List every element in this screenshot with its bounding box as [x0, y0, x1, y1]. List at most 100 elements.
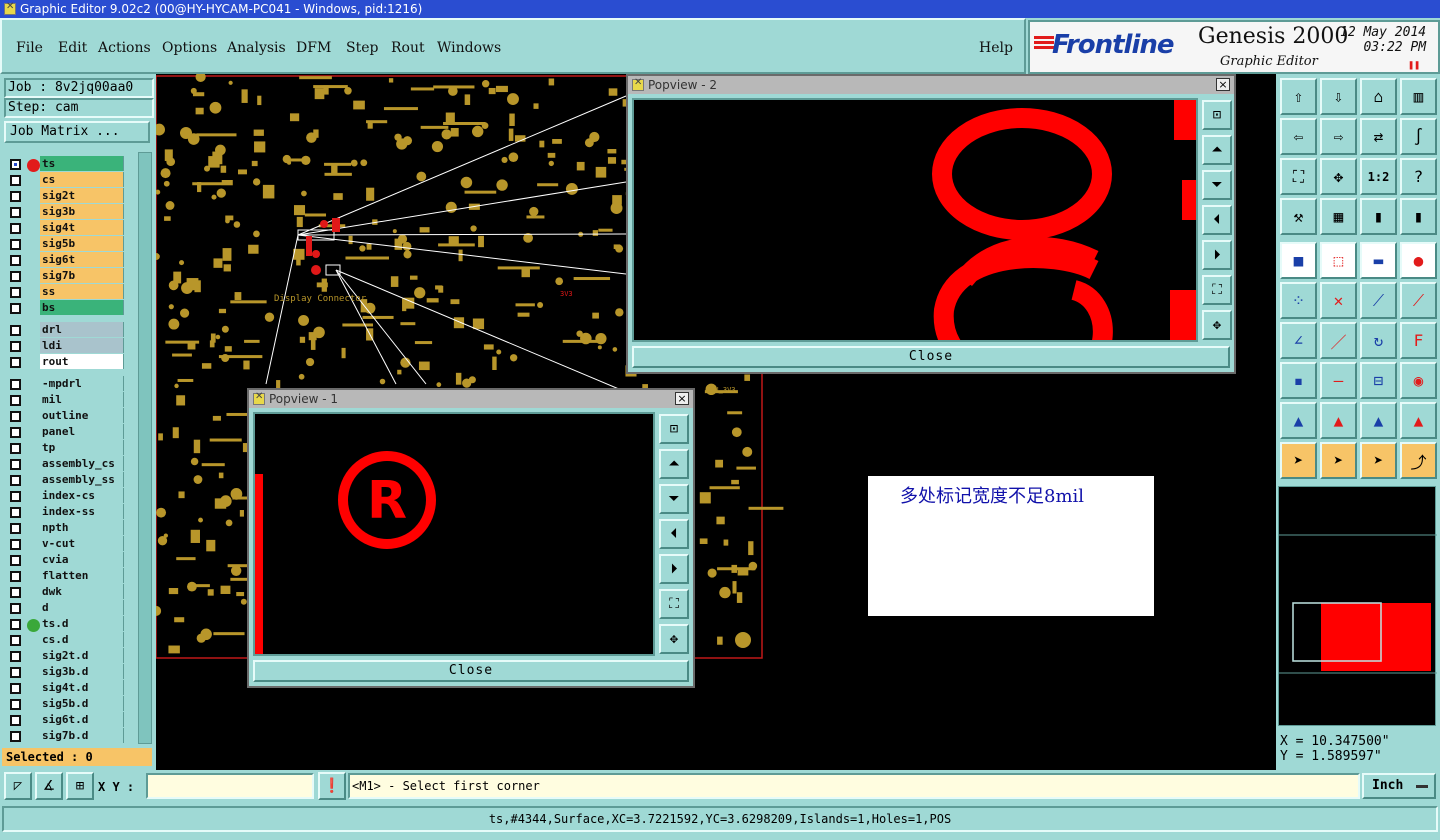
layer-checkbox[interactable]: [10, 475, 21, 486]
layer-name[interactable]: ts: [40, 156, 124, 171]
layer-checkbox[interactable]: [10, 341, 21, 352]
layer-checkbox[interactable]: [10, 255, 21, 266]
layer-row-bs[interactable]: bs: [4, 300, 126, 316]
layer-name[interactable]: v-cut: [40, 536, 124, 551]
layer-row-mil[interactable]: mil: [4, 392, 126, 408]
layer-row-tp[interactable]: tp: [4, 440, 126, 456]
pv-right-icon[interactable]: ⏵: [659, 554, 689, 584]
layer-name[interactable]: sig7b.d: [40, 728, 124, 743]
point-icon[interactable]: ▪: [1280, 362, 1317, 399]
popview-2-close-button[interactable]: Close: [632, 346, 1230, 368]
menu-options[interactable]: Options: [162, 40, 217, 56]
sketch-icon[interactable]: ⬚: [1320, 242, 1357, 279]
pv-center-icon[interactable]: ✥: [1202, 310, 1232, 340]
layer-row-ldi[interactable]: ldi: [4, 338, 126, 354]
layer-checkbox[interactable]: [10, 619, 21, 630]
menu-rout[interactable]: Rout: [391, 40, 425, 56]
layer-row-v-cut[interactable]: v-cut: [4, 536, 126, 552]
path-icon[interactable]: ⤴: [1400, 442, 1437, 479]
layer-name[interactable]: sig2t: [40, 188, 124, 203]
home-up-icon[interactable]: ⇧: [1280, 78, 1317, 115]
layer-row-sig7b-d[interactable]: sig7b.d: [4, 728, 126, 744]
layer-checkbox[interactable]: [10, 507, 21, 518]
layers-red-icon[interactable]: ▮: [1400, 198, 1437, 235]
nodes-icon[interactable]: ⁘: [1280, 282, 1317, 319]
layer-checkbox[interactable]: [10, 667, 21, 678]
layer-row-sig7b[interactable]: sig7b: [4, 268, 126, 284]
layer-name[interactable]: sig6t: [40, 252, 124, 267]
pv-down-icon[interactable]: ⏷: [1202, 170, 1232, 200]
popview-1-close-icon[interactable]: ×: [675, 392, 689, 405]
pv-right-icon[interactable]: ⏵: [1202, 240, 1232, 270]
pan-left-icon[interactable]: ⇦: [1280, 118, 1317, 155]
menu-help[interactable]: Help: [979, 40, 1013, 56]
connect-alt-icon[interactable]: ⟋: [1400, 282, 1437, 319]
layer-checkbox[interactable]: [10, 731, 21, 742]
overview-preview[interactable]: [1278, 486, 1437, 726]
layer-row-d[interactable]: d: [4, 600, 126, 616]
layer-row-assembly-cs[interactable]: assembly_cs: [4, 456, 126, 472]
layer-name[interactable]: sig4t.d: [40, 680, 124, 695]
layer-checkbox[interactable]: [10, 287, 21, 298]
pv-zoom-icon[interactable]: ⊡: [1202, 100, 1232, 130]
home-down-icon[interactable]: ⇩: [1320, 78, 1357, 115]
layer-checkbox[interactable]: [10, 603, 21, 614]
layer-name[interactable]: npth: [40, 520, 124, 535]
layer-name[interactable]: mil: [40, 392, 124, 407]
zoom-center-icon[interactable]: ✥: [1320, 158, 1357, 195]
pointer-box-icon[interactable]: ➤: [1320, 442, 1357, 479]
layer-checkbox[interactable]: [10, 207, 21, 218]
layer-checkbox[interactable]: [10, 651, 21, 662]
layer-name[interactable]: cs.d: [40, 632, 124, 647]
unit-select[interactable]: Inch: [1362, 773, 1436, 799]
xy-input[interactable]: [146, 773, 314, 799]
layer-row-sig5b[interactable]: sig5b: [4, 236, 126, 252]
layer-checkbox[interactable]: [10, 539, 21, 550]
layer-checkbox[interactable]: [10, 683, 21, 694]
layer-checkbox[interactable]: [10, 159, 21, 170]
swap-icon[interactable]: ⇄: [1360, 118, 1397, 155]
layer-name[interactable]: sig5b.d: [40, 696, 124, 711]
layer-name[interactable]: cs: [40, 172, 124, 187]
pointer-select-icon[interactable]: ➤: [1360, 442, 1397, 479]
pan-right-icon[interactable]: ⇨: [1320, 118, 1357, 155]
measure-snap-icon[interactable]: ∡: [35, 772, 63, 800]
alert-icon[interactable]: ❗: [318, 772, 346, 800]
layer-checkbox[interactable]: [10, 325, 21, 336]
layer-name[interactable]: panel: [40, 424, 124, 439]
layer-name[interactable]: bs: [40, 300, 124, 315]
layer-row-ts-d[interactable]: ts.d: [4, 616, 126, 632]
layer-checkbox[interactable]: [10, 379, 21, 390]
layer-checkbox[interactable]: [10, 635, 21, 646]
layer-name[interactable]: sig3b.d: [40, 664, 124, 679]
pv-left-icon[interactable]: ⏴: [659, 519, 689, 549]
line-red-icon[interactable]: ∠: [1280, 322, 1317, 359]
layer-row-assembly-ss[interactable]: assembly_ss: [4, 472, 126, 488]
layer-checkbox[interactable]: [10, 395, 21, 406]
pv-up-icon[interactable]: ⏶: [659, 449, 689, 479]
layer-name[interactable]: d: [40, 600, 124, 615]
pv-zoom-icon[interactable]: ⊡: [659, 414, 689, 444]
layer-row-sig2t[interactable]: sig2t: [4, 188, 126, 204]
layer-row-index-ss[interactable]: index-ss: [4, 504, 126, 520]
layer-row--mpdrl[interactable]: -mpdrl: [4, 376, 126, 392]
layer-name[interactable]: sig2t.d: [40, 648, 124, 663]
circle-icon[interactable]: ●: [1400, 242, 1437, 279]
menu-analysis[interactable]: Analysis: [227, 40, 286, 56]
layer-row-cs-d[interactable]: cs.d: [4, 632, 126, 648]
layer-row-sig4t-d[interactable]: sig4t.d: [4, 680, 126, 696]
menu-actions[interactable]: Actions: [98, 40, 151, 56]
layer-name[interactable]: index-cs: [40, 488, 124, 503]
layer-name[interactable]: outline: [40, 408, 124, 423]
layer-name[interactable]: ts.d: [40, 616, 124, 631]
layer-name[interactable]: rout: [40, 354, 124, 369]
layer-row-dwk[interactable]: dwk: [4, 584, 126, 600]
layer-row-cs[interactable]: cs: [4, 172, 126, 188]
pv-up-icon[interactable]: ⏶: [1202, 135, 1232, 165]
layer-checkbox[interactable]: [10, 555, 21, 566]
job-matrix-button[interactable]: Job Matrix ...: [4, 121, 150, 143]
line-blue-icon[interactable]: ／: [1320, 322, 1357, 359]
zoom-fit-icon[interactable]: ⛶: [1280, 158, 1317, 195]
layer-row-sig5b-d[interactable]: sig5b.d: [4, 696, 126, 712]
triangle-b-icon[interactable]: ▲: [1360, 402, 1397, 439]
